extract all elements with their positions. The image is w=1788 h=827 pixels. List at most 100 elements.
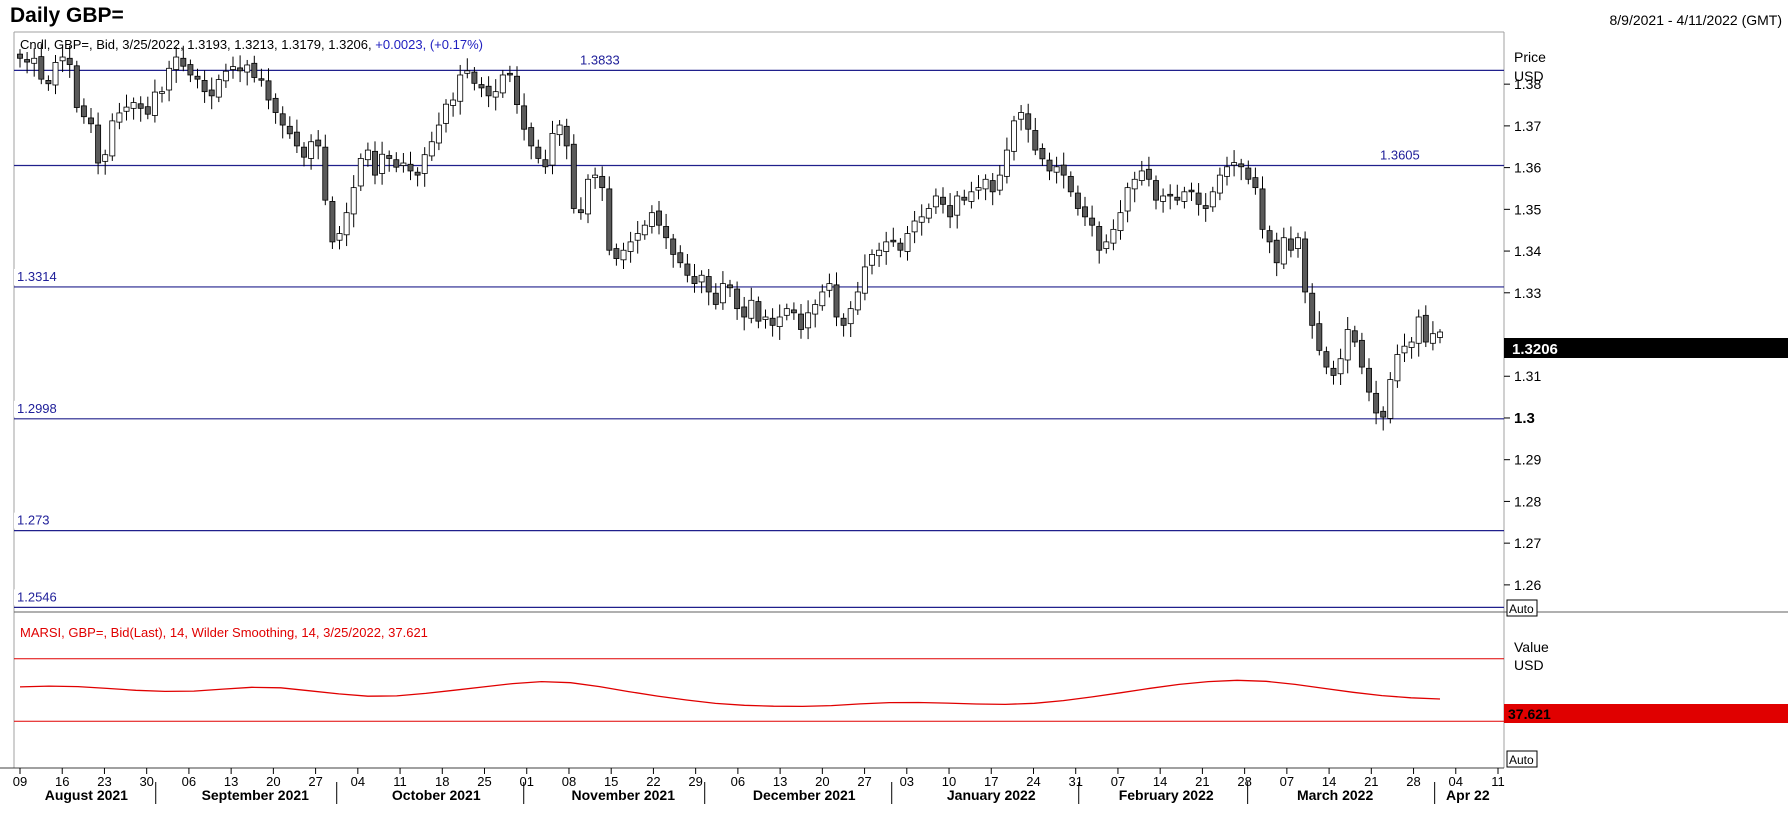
candle-body [116,112,123,123]
candle-body [1408,341,1415,348]
candle-body [556,124,563,136]
candle-body [222,70,229,82]
candle-body [1060,164,1067,176]
candle-body [1124,187,1131,212]
candle [222,63,229,88]
candle [159,86,165,103]
price-axis-unit: USD [1514,68,1544,84]
candle [606,176,613,256]
price-tick-label: 1.26 [1514,577,1541,593]
candle [592,167,599,189]
price-legend: Cndl, GBP=, Bid, 3/25/2022, 1.3193, 1.32… [20,37,483,52]
candle [1032,117,1039,156]
candle-body [1394,354,1401,382]
candle [1153,175,1159,210]
candle [677,245,684,268]
candle-body [1429,333,1436,344]
candle [428,131,435,161]
candle [187,59,194,83]
candle-body [1188,189,1195,193]
candle [961,189,968,206]
candle [1188,182,1195,201]
level-label: 1.3314 [17,269,57,284]
price-tick-label: 1.27 [1514,535,1541,551]
candle-body [1351,330,1358,343]
candle [144,96,151,120]
candle [648,205,655,234]
candle [194,68,201,89]
candle-body [52,62,59,86]
candle-body [514,75,520,106]
rsi-axis-title: Value [1514,639,1549,655]
candle [684,253,691,283]
candle [542,149,549,174]
candle-body [748,299,755,319]
candle [1117,200,1124,240]
candle-body [201,80,208,93]
candle-body [641,224,648,236]
candle-body [1387,379,1394,419]
candle-body [80,105,87,118]
candle [379,141,386,185]
candle-body [1344,329,1351,361]
candle-body [1089,217,1096,226]
candle-body [1046,159,1053,172]
candle-body [421,154,428,174]
day-tick-label: 29 [688,774,702,789]
candle-body [705,276,712,293]
candle [698,270,705,294]
candle-body [293,131,300,147]
candle-body [599,175,606,189]
candle-body [1266,230,1273,243]
price-change: +0.0023, (+0.17%) [375,37,483,52]
candle [1018,105,1025,131]
candle [45,75,52,91]
candle [279,106,286,139]
month-label: March 2022 [1297,787,1373,803]
candle [73,60,80,113]
candle-body [1174,196,1181,201]
candle [812,299,819,328]
day-tick-label: 30 [139,774,153,789]
candle-body [1373,392,1380,414]
candle-body [1167,193,1174,197]
candle [805,300,812,340]
candle-body [975,187,982,191]
candle-body [925,208,932,219]
candle-body [734,288,741,310]
candle [741,296,748,331]
candle-body [961,196,968,201]
candle-body [450,99,457,106]
candle-body [727,284,733,289]
day-tick-label: 06 [182,774,196,789]
candle-body [854,291,861,311]
candle [1174,184,1181,206]
level-label: 1.2546 [17,589,57,604]
candle-body [301,146,307,158]
chart-canvas[interactable]: 1.3833 1.3605 1.3314 1.2998 1.273 1.2546 1.38… [0,0,1788,827]
rsi-line [19,679,1441,708]
candle-body [506,72,513,76]
candle [563,118,570,160]
candle-body [151,91,158,116]
candle-body [315,139,322,147]
candle-body [1309,292,1316,326]
candle-body [840,317,847,326]
candle-body [95,124,102,164]
candle-body [1280,237,1287,265]
candle-body [1053,166,1060,173]
candle-body [443,103,449,124]
candle-body [932,195,939,208]
month-label: October 2021 [392,787,481,803]
candle-body [805,312,812,329]
candle-body [88,117,94,125]
candle-body [73,65,80,108]
candle [208,77,215,110]
candle-body [159,91,165,94]
candle [975,175,982,200]
candle-body [1018,112,1025,120]
candle [826,273,833,298]
candle-body [485,85,492,97]
candle [1074,185,1081,216]
candle [130,97,137,120]
